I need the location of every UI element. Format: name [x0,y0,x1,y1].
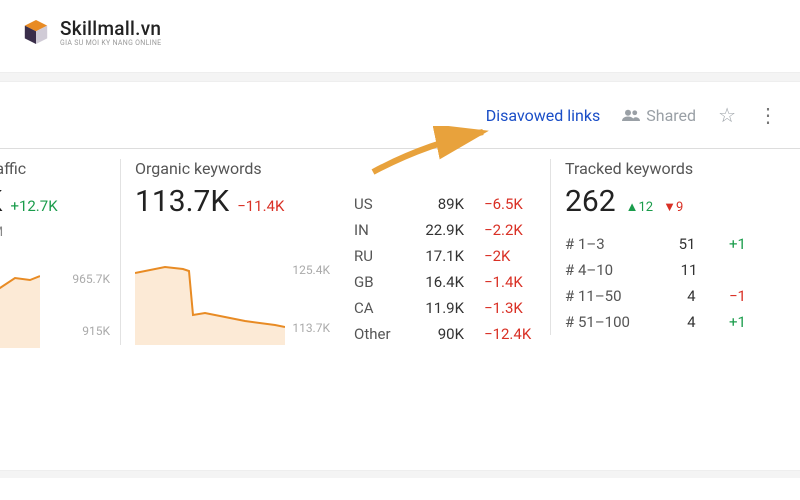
tracked-keywords-value: 262 [565,184,616,219]
keywords-by-country: US 89K −6.5K IN 22.9K −2.2K RU 17.1K −2K GB 16.4K −… [340,159,550,347]
country-delta: −1.3K [484,299,536,317]
logo-icon [20,16,52,48]
country-row: IN 22.9K −2.2K [354,217,536,243]
chart-label-top: 965.7K [72,272,110,286]
logo-subtitle: GIA SU MOI KY NANG ONLINE [60,39,161,47]
tracked-keywords-title: Tracked keywords [565,159,746,178]
organic-traffic-value: 5.7K [0,184,2,219]
country-delta: −2K [484,247,536,265]
kebab-menu-icon[interactable]: ⋮ [758,105,778,125]
tracked-row-value: 51 [666,235,696,253]
tracked-range: # 11–50 [565,287,645,305]
organic-traffic-title: nic traffic [0,159,106,178]
chart-label-bottom: 915K [82,324,110,338]
tracked-row-delta: +1 [720,235,746,253]
organic-keywords-card: Organic keywords 113.7K −11.4K 125.4K 11… [120,159,340,345]
tracked-row: # 11–50 4 −1 [565,283,746,309]
separator [0,72,800,82]
tracked-range: # 1–3 [565,235,645,253]
tracked-keywords-card: Tracked keywords 262 ▲12 ▼9 # 1–3 51 +1 # 4… [550,159,760,335]
logo-bar: Skillmall.vn GIA SU MOI KY NANG ONLINE [0,0,800,72]
country-delta: −1.4K [484,273,536,291]
people-icon [622,108,640,122]
country-value: 22.9K [412,221,464,239]
bottom-separator [0,470,800,478]
tracked-row-value: 4 [666,313,696,331]
metrics-row: nic traffic 5.7K +12.7K : $1.1M 965.7K 9… [0,149,800,348]
organic-keywords-delta: −11.4K [237,197,284,215]
country-value: 11.9K [412,299,464,317]
organic-traffic-sub: : $1.1M [0,225,106,240]
tracked-row-delta: −1 [720,287,746,305]
tracked-row: # 4–10 11 [565,257,746,283]
tracked-row: # 51–100 4 +1 [565,309,746,335]
country-code: GB [354,273,396,291]
organic-traffic-card: nic traffic 5.7K +12.7K : $1.1M 965.7K 9… [0,159,120,348]
tracked-row-value: 11 [668,261,698,279]
country-row: Other 90K −12.4K [354,321,536,347]
country-delta: −2.2K [484,221,536,239]
country-code: Other [354,325,396,343]
tracked-row-delta: +1 [720,313,746,331]
shared-label: Shared [646,106,696,125]
country-delta: −12.4K [484,325,536,343]
tracked-down: ▼9 [663,199,683,215]
country-value: 90K [412,325,464,343]
country-code: RU [354,247,396,265]
country-code: US [354,195,396,213]
chart-label-bottom: 113.7K [292,321,330,335]
organic-traffic-delta: +12.7K [10,197,57,215]
country-value: 89K [412,195,464,213]
country-row: CA 11.9K −1.3K [354,295,536,321]
star-icon[interactable]: ☆ [718,103,736,127]
logo-text: Skillmall.vn [60,17,161,40]
country-code: IN [354,221,396,239]
tracked-row: # 1–3 51 +1 [565,231,746,257]
country-value: 16.4K [412,273,464,291]
toolbar: Disavowed links Shared ☆ ⋮ [0,82,800,148]
tracked-range: # 51–100 [565,313,645,331]
country-row: GB 16.4K −1.4K [354,269,536,295]
country-delta: −6.5K [484,195,536,213]
chart-label-top: 125.4K [292,263,330,277]
organic-keywords-value: 113.7K [135,184,229,219]
disavowed-links[interactable]: Disavowed links [486,106,600,125]
organic-traffic-chart: 965.7K 915K [0,258,106,348]
organic-keywords-title: Organic keywords [135,159,326,178]
country-value: 17.1K [412,247,464,265]
organic-keywords-chart: 125.4K 113.7K [135,255,326,345]
tracked-row-value: 4 [666,287,696,305]
shared-button[interactable]: Shared [622,106,696,125]
country-row: RU 17.1K −2K [354,243,536,269]
tracked-range: # 4–10 [565,261,645,279]
country-row: US 89K −6.5K [354,191,536,217]
tracked-up: ▲12 [626,199,654,215]
country-code: CA [354,299,396,317]
